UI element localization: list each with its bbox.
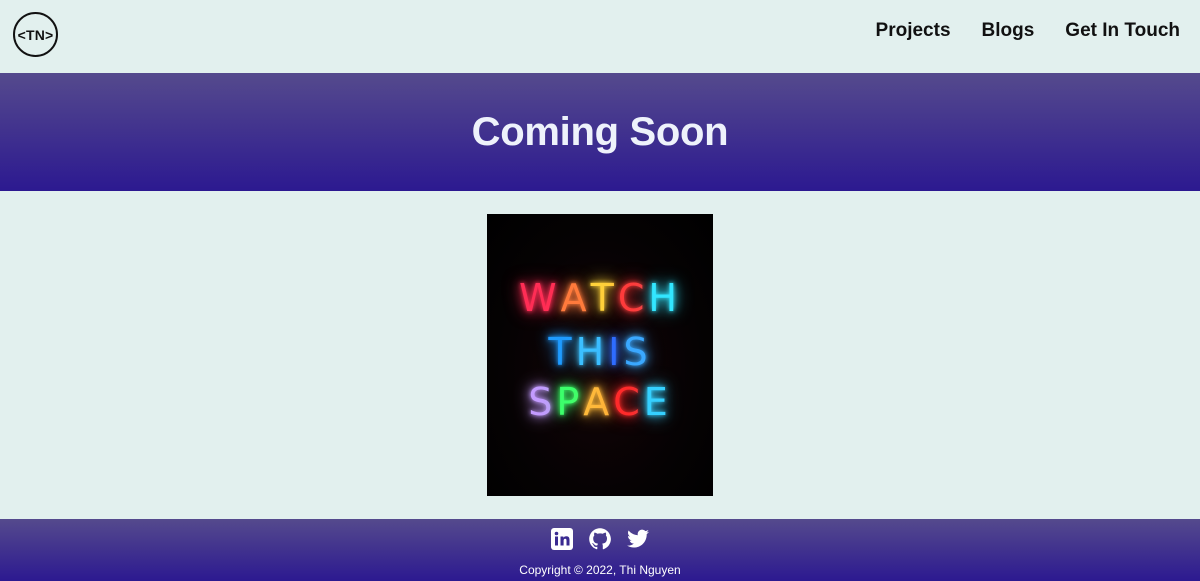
logo-text: <TN> — [17, 26, 54, 43]
copyright-text: Copyright © 2022, Thi Nguyen — [519, 563, 681, 577]
hero-banner: Coming Soon — [0, 73, 1200, 191]
neon-letter: A — [583, 380, 614, 424]
site-logo[interactable]: <TN> — [13, 12, 58, 57]
neon-letter: P — [556, 380, 584, 424]
nav-links: Projects Blogs Get In Touch — [876, 19, 1180, 43]
neon-letter: S — [623, 330, 652, 374]
nav-link-get-in-touch[interactable]: Get In Touch — [1065, 19, 1180, 43]
neon-letter: H — [575, 330, 609, 374]
social-links — [550, 527, 650, 551]
neon-letter: E — [643, 380, 672, 424]
linkedin-icon[interactable] — [550, 527, 574, 551]
navbar: <TN> Projects Blogs Get In Touch — [0, 0, 1200, 73]
nav-link-blogs[interactable]: Blogs — [982, 19, 1035, 43]
github-icon[interactable] — [588, 527, 612, 551]
neon-letter: A — [560, 276, 591, 320]
neon-letter: S — [528, 380, 557, 424]
footer: Copyright © 2022, Thi Nguyen — [0, 519, 1200, 581]
neon-letter: T — [590, 276, 618, 320]
poster-line-watch: WATCH — [487, 278, 713, 318]
neon-letter: I — [608, 330, 624, 374]
neon-letter: W — [519, 276, 561, 320]
neon-letter: C — [613, 380, 644, 424]
neon-letter: H — [648, 276, 681, 320]
poster-line-this: THIS — [487, 332, 713, 372]
neon-letter: T — [548, 330, 576, 374]
watch-this-space-image: WATCH THIS SPACE — [487, 214, 713, 496]
neon-letter: C — [617, 276, 649, 320]
page-title: Coming Soon — [471, 109, 729, 154]
twitter-icon[interactable] — [626, 527, 650, 551]
nav-link-projects[interactable]: Projects — [876, 19, 951, 43]
poster-line-space: SPACE — [487, 382, 713, 422]
